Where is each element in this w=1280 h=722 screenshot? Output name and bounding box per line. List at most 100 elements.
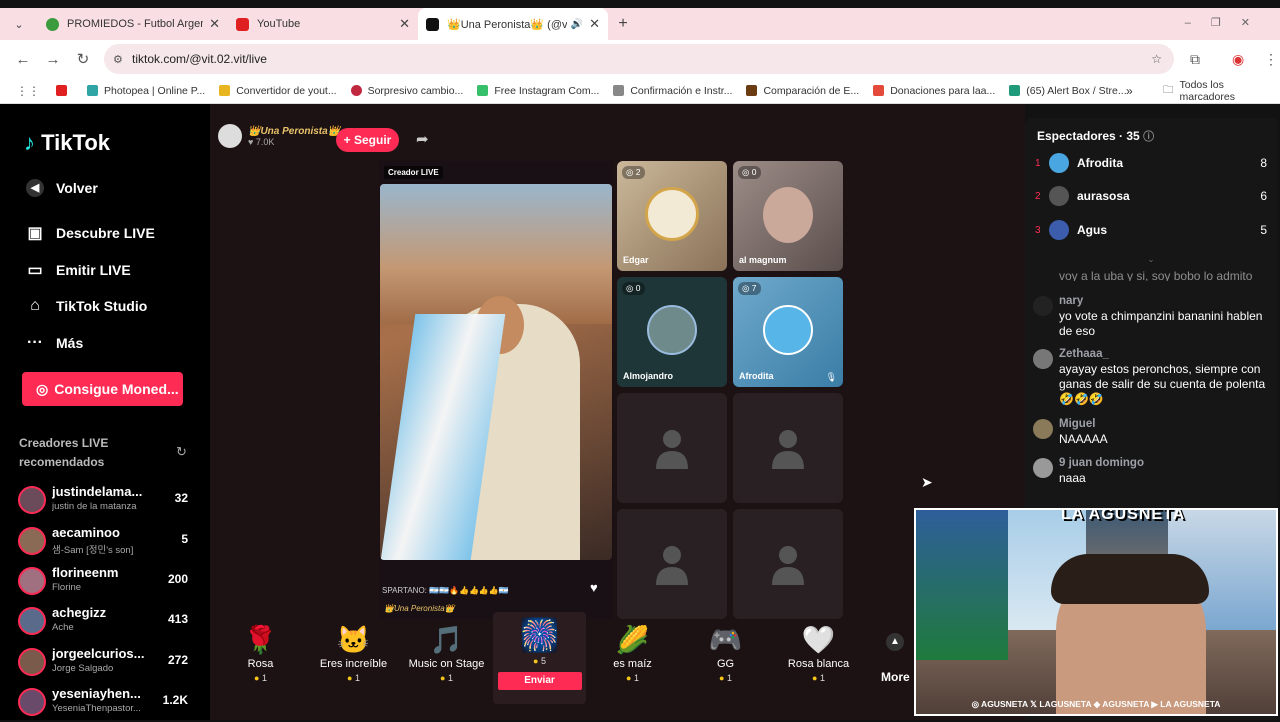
creator-item[interactable]: jorgeelcurios...Jorge Salgado272 xyxy=(18,644,188,682)
bookmark-label: Donaciones para laa... xyxy=(890,85,995,97)
user-placeholder-icon xyxy=(772,429,804,469)
chat-text: naaa xyxy=(1059,471,1273,486)
viewer-count: 272 xyxy=(168,653,188,667)
guest-slot-almojandro[interactable]: ◎ 0 Almojandro xyxy=(617,277,727,387)
browser-menu-icon[interactable]: ⋮ xyxy=(1264,51,1278,68)
empty-guest-slot[interactable] xyxy=(733,393,843,503)
chat-text: yo vote a chimpanzini bananini hablen de… xyxy=(1059,309,1273,339)
gift-eres-increible[interactable]: 🐱Eres increíble● 1 xyxy=(307,612,400,704)
info-icon[interactable]: ⓘ xyxy=(1143,131,1154,143)
empty-guest-slot[interactable] xyxy=(617,393,727,503)
bookmark-label: Convertidor de yout... xyxy=(236,85,336,97)
top-viewer-row[interactable]: 1Afrodita8 xyxy=(1035,152,1267,174)
gift-music-on-stage[interactable]: 🎵Music on Stage● 1 xyxy=(400,612,493,704)
host-name[interactable]: 👑Una Peronista👑 xyxy=(248,126,340,137)
nav-more[interactable]: ···Más xyxy=(22,334,83,352)
chat-text: voy a la uba y si, soy bobo lo admito xyxy=(1059,269,1273,281)
nav-back[interactable]: ◀Volver xyxy=(22,178,98,197)
tab-list-icon[interactable]: ⌄ xyxy=(0,18,38,31)
top-viewer-row[interactable]: 2aurasosa6 xyxy=(1035,185,1267,207)
gift-fireworks-selected[interactable]: 🎆● 5Enviar xyxy=(493,612,586,704)
url-field[interactable]: ⚙ tiktok.com/@vit.02.vit/live ☆ xyxy=(104,44,1174,74)
guest-slot-afrodita[interactable]: ◎ 7 Afrodita 🎙 xyxy=(733,277,843,387)
expand-chevron-icon[interactable]: ⌄ xyxy=(1025,254,1277,265)
gift-rosa[interactable]: 🌹Rosa● 1 xyxy=(214,612,307,704)
bookmark-item[interactable]: Donaciones para laa... xyxy=(873,85,995,97)
viewer-score: 8 xyxy=(1260,156,1267,170)
new-tab-icon[interactable]: + xyxy=(608,15,638,33)
follow-button[interactable]: + Seguir xyxy=(336,128,399,152)
extensions-icon[interactable]: ⧉ xyxy=(1190,51,1200,68)
like-heart-icon[interactable]: ♥ xyxy=(590,580,598,595)
tiktok-logo[interactable]: ♪ TikTok xyxy=(24,130,110,156)
bookmark-label: Confirmación e Instr... xyxy=(630,85,732,97)
creator-item[interactable]: aecaminoo샘-Sam [정민's son]5 xyxy=(18,523,188,561)
creator-sub: Jorge Salgado xyxy=(52,663,152,674)
site-info-icon[interactable]: ⚙ xyxy=(113,53,123,66)
avatar xyxy=(1049,153,1069,173)
chat-user[interactable]: Zethaaa_ xyxy=(1059,347,1273,362)
more-bookmarks-icon[interactable]: » xyxy=(1126,84,1133,98)
send-gift-button[interactable]: Enviar xyxy=(498,672,582,690)
gift-gg[interactable]: 🎮GG● 1 xyxy=(679,612,772,704)
chat-user[interactable]: 9 juan domingo xyxy=(1059,456,1273,471)
bookmark-label: Free Instagram Com... xyxy=(494,85,599,97)
gift-es-maiz[interactable]: 🌽es maíz● 1 xyxy=(586,612,679,704)
avatar xyxy=(1033,419,1053,439)
host-likes: 7.0K xyxy=(256,137,275,147)
tab-youtube[interactable]: YouTube ✕ xyxy=(228,8,418,40)
empty-guest-slot[interactable] xyxy=(617,509,727,619)
share-icon[interactable]: ➦ xyxy=(416,130,429,148)
chevron-up-icon[interactable]: ▲ xyxy=(886,633,904,651)
guest-slot-edgar[interactable]: ◎ 2 Edgar xyxy=(617,161,727,271)
nav-go-live[interactable]: ▭Emitir LIVE xyxy=(22,260,131,280)
bookmark-item[interactable]: Convertidor de yout... xyxy=(219,85,336,97)
creator-item[interactable]: justindelama...justin de la matanza32 xyxy=(18,482,188,520)
bookmark-item[interactable]: Free Instagram Com... xyxy=(477,85,599,97)
tab-promiedos[interactable]: PROMIEDOS - Futbol Argentino ✕ xyxy=(38,8,228,40)
creator-item[interactable]: yeseniayhen...YeseniaThenpastor...1.2K xyxy=(18,684,188,722)
gift-rosa-blanca[interactable]: 🤍Rosa blanca● 1 xyxy=(772,612,865,704)
empty-guest-slot[interactable] xyxy=(733,509,843,619)
user-placeholder-icon xyxy=(772,545,804,585)
avatar xyxy=(18,567,46,595)
nav-tiktok-studio[interactable]: ⌂TikTok Studio xyxy=(22,297,147,315)
refresh-icon[interactable]: ↻ xyxy=(176,444,187,460)
all-bookmarks[interactable]: 🗀Todos los marcadores xyxy=(1163,79,1280,103)
gift-price: 1 xyxy=(355,673,360,683)
host-avatar[interactable] xyxy=(218,124,242,148)
viewer-count: 1.2K xyxy=(163,693,188,707)
coin-icon: ● xyxy=(254,673,262,683)
get-coins-button[interactable]: ◎Consigue Moned... xyxy=(22,372,183,406)
top-viewer-row[interactable]: 3Agus5 xyxy=(1035,219,1267,241)
creator-name: yeseniayhen... xyxy=(52,686,152,701)
tab-tiktok-live[interactable]: 👑Una Peronista👑 (@vit.0 🔊 ✕ xyxy=(418,8,608,40)
bookmark-item[interactable]: (65) Alert Box / Stre... xyxy=(1009,85,1126,97)
bookmark-item[interactable]: Photopea | Online P... xyxy=(87,85,205,97)
chat-user[interactable]: nary xyxy=(1059,294,1273,309)
audio-playing-icon[interactable]: 🔊 xyxy=(571,19,583,30)
avatar xyxy=(18,688,46,716)
close-tab-icon[interactable]: ✕ xyxy=(209,16,220,32)
bookmark-star-icon[interactable]: ☆ xyxy=(1151,52,1162,66)
bookmark-item[interactable]: Confirmación e Instr... xyxy=(613,85,732,97)
reload-icon[interactable]: ↻ xyxy=(68,50,98,68)
guest-slot-al-magnum[interactable]: ◎ 0 al magnum xyxy=(733,161,843,271)
creator-item[interactable]: achegizzAche413 xyxy=(18,603,188,641)
close-tab-icon[interactable]: ✕ xyxy=(399,16,410,32)
back-arrow-icon[interactable]: ← xyxy=(8,51,38,68)
profile-icon[interactable]: ◉ xyxy=(1232,51,1244,68)
apps-grid-icon[interactable]: ⋮⋮ xyxy=(16,84,40,98)
host-video[interactable] xyxy=(380,184,612,560)
window-controls[interactable]: –❐✕ xyxy=(1185,16,1270,29)
bookmark-item[interactable]: Sorpresivo cambio... xyxy=(351,85,464,97)
bookmark-youtube[interactable] xyxy=(56,85,73,96)
chat-user[interactable]: Miguel xyxy=(1059,417,1273,432)
guest-name: Afrodita xyxy=(739,371,774,381)
bookmark-item[interactable]: Comparación de E... xyxy=(746,85,859,97)
more-gifts-button[interactable]: More xyxy=(881,670,910,684)
creator-item[interactable]: florineenmFlorine200 xyxy=(18,563,188,601)
nav-discover-live[interactable]: ▣Descubre LIVE xyxy=(22,223,155,243)
close-tab-icon[interactable]: ✕ xyxy=(589,16,600,32)
forward-arrow-icon[interactable]: → xyxy=(38,51,68,68)
